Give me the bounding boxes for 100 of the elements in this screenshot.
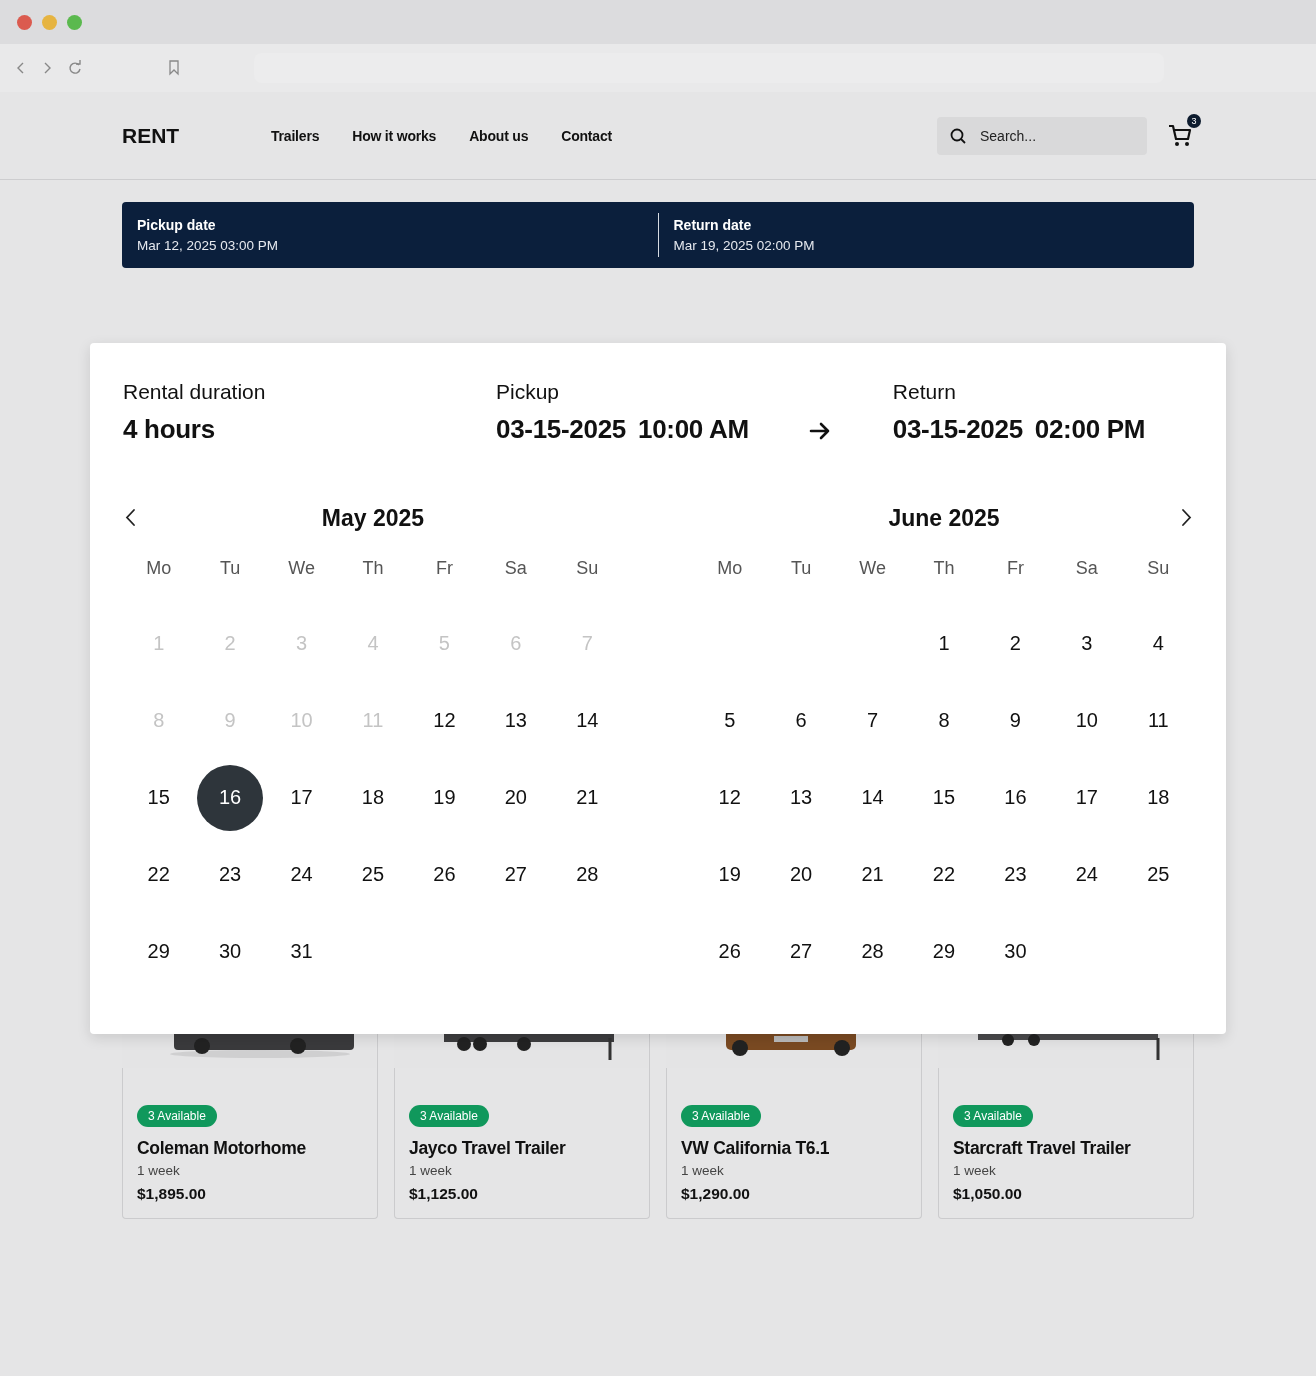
calendar-day[interactable]: 14: [839, 764, 906, 831]
calendar-day[interactable]: 7: [839, 687, 906, 754]
calendar-day[interactable]: 19: [411, 764, 478, 831]
calendar-day[interactable]: 16: [982, 764, 1049, 831]
calendar-day[interactable]: 29: [911, 918, 977, 985]
calendar-day: 10: [268, 687, 335, 754]
calendar-day[interactable]: 30: [197, 918, 264, 985]
calendar-day[interactable]: 25: [340, 841, 406, 908]
pickup-label: Pickup: [496, 380, 561, 404]
arrow-right-icon: [808, 420, 831, 442]
calendar-day[interactable]: 1: [911, 610, 977, 677]
month-title: May 2025: [321, 504, 425, 532]
duration-value: 4 hours: [123, 414, 216, 445]
calendar-day[interactable]: 28: [554, 841, 621, 908]
close-window-icon[interactable]: [17, 14, 32, 30]
calendar-day[interactable]: 12: [696, 764, 763, 831]
weekday-label: Th: [361, 556, 385, 580]
nav-link[interactable]: About us: [469, 127, 529, 144]
calendar-day[interactable]: 20: [768, 841, 835, 908]
calendar-day[interactable]: 22: [125, 841, 192, 908]
calendar-day[interactable]: 19: [696, 841, 763, 908]
return-date: 03-15-2025: [892, 414, 1023, 445]
calendar-day[interactable]: 17: [1053, 764, 1120, 831]
product-name: Coleman Motorhome: [137, 1138, 306, 1159]
weekday-label: Fr: [1005, 556, 1025, 580]
calendar-day[interactable]: 24: [1053, 841, 1120, 908]
calendar-day[interactable]: 12: [411, 687, 478, 754]
nav-link[interactable]: Contact: [561, 127, 612, 144]
calendar-day: 9: [197, 687, 264, 754]
calendar-day[interactable]: 29: [125, 918, 192, 985]
calendar-day[interactable]: 18: [340, 764, 406, 831]
calendar-day[interactable]: 16: [197, 764, 264, 831]
calendar-day[interactable]: 14: [554, 687, 621, 754]
logo[interactable]: RENT: [122, 123, 271, 148]
product-name: Jayco Travel Trailer: [409, 1138, 566, 1159]
calendar-day[interactable]: 15: [911, 764, 977, 831]
calendar-day[interactable]: 2: [982, 610, 1049, 677]
pickup-date: 03-15-2025: [496, 414, 626, 445]
date-value[interactable]: Mar 19, 2025 02:00 PM: [673, 238, 1194, 253]
next-month-icon[interactable]: [1180, 507, 1194, 528]
calendar-day: 11: [340, 687, 406, 754]
calendar-day[interactable]: 28: [839, 918, 906, 985]
calendar-day[interactable]: 26: [411, 841, 478, 908]
calendar-day[interactable]: 22: [911, 841, 977, 908]
calendar-day: 5: [411, 610, 478, 677]
previous-month-icon[interactable]: [123, 507, 137, 528]
calendar-day[interactable]: 13: [768, 764, 835, 831]
field-label: Return date: [673, 217, 753, 233]
calendar-day: 2: [197, 610, 264, 677]
weekday-label: Mo: [716, 556, 744, 580]
calendar-day[interactable]: 10: [1053, 687, 1120, 754]
calendar-day[interactable]: 11: [1125, 687, 1192, 754]
calendar-day[interactable]: 31: [268, 918, 335, 985]
calendar-day: 8: [125, 687, 192, 754]
calendar-day[interactable]: 6: [768, 687, 835, 754]
weekday-label: We: [858, 556, 887, 580]
calendar-day[interactable]: 27: [482, 841, 549, 908]
calendar-day[interactable]: 23: [197, 841, 264, 908]
product-price: $1,050.00: [953, 1185, 1022, 1203]
cart-icon[interactable]: [1168, 122, 1192, 147]
calendar-day[interactable]: 26: [696, 918, 763, 985]
calendar-day[interactable]: 27: [768, 918, 835, 985]
calendar-day[interactable]: 20: [482, 764, 549, 831]
weekday-label: Fr: [434, 556, 454, 580]
calendar-day[interactable]: 30: [982, 918, 1049, 985]
calendar-day[interactable]: 24: [268, 841, 335, 908]
calendar-day[interactable]: 9: [982, 687, 1049, 754]
product-name: VW California T6.1: [681, 1138, 830, 1159]
calendar-day[interactable]: 13: [482, 687, 549, 754]
calendar-day[interactable]: 8: [911, 687, 977, 754]
weekday-label: Sa: [503, 556, 528, 580]
weekday-label: Tu: [218, 556, 242, 580]
calendar-day[interactable]: 17: [268, 764, 335, 831]
weekday-label: Mo: [145, 556, 173, 580]
nav-link[interactable]: How it works: [352, 127, 437, 144]
product-name: Starcraft Travel Trailer: [953, 1138, 1131, 1159]
reload-icon[interactable]: [66, 59, 84, 77]
field-label: Pickup date: [137, 217, 217, 233]
rental-period: 1 week: [953, 1163, 996, 1178]
maximize-window-icon[interactable]: [67, 14, 82, 30]
calendar-day[interactable]: 3: [1053, 610, 1120, 677]
calendar-day[interactable]: 4: [1125, 610, 1192, 677]
calendar-day[interactable]: 18: [1125, 764, 1192, 831]
calendar-day: 3: [268, 610, 335, 677]
date-value[interactable]: Mar 12, 2025 03:00 PM: [137, 238, 658, 253]
weekday-label: Tu: [789, 556, 813, 580]
calendar-day[interactable]: 15: [125, 764, 192, 831]
nav-link[interactable]: Trailers: [271, 127, 320, 144]
search-icon: [950, 127, 966, 144]
bookmark-icon[interactable]: [166, 59, 182, 77]
month-title: June 2025: [888, 504, 1000, 532]
return-time: 02:00 PM: [1034, 414, 1146, 445]
calendar-day[interactable]: 25: [1125, 841, 1192, 908]
calendar-day[interactable]: 21: [839, 841, 906, 908]
calendar-day[interactable]: 5: [696, 687, 763, 754]
search-field[interactable]: Search...: [937, 116, 1147, 155]
availability-badge: 3 Available: [953, 1105, 1033, 1127]
calendar-day[interactable]: 23: [982, 841, 1049, 908]
calendar-day[interactable]: 21: [554, 764, 621, 831]
calendar-day: 4: [340, 610, 406, 677]
